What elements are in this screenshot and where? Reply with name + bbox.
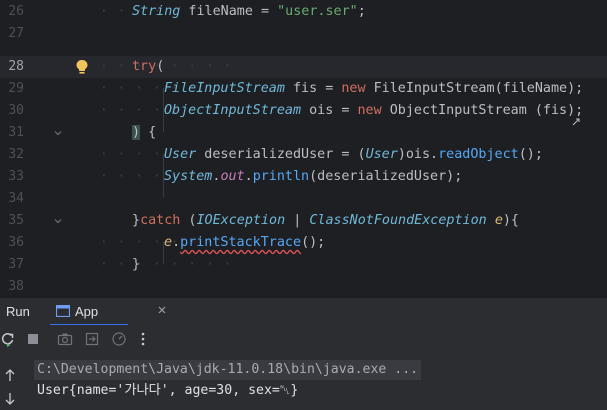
cursor-mark-icon	[572, 118, 580, 126]
code-text: String fileName = "user.ser";	[132, 4, 366, 19]
code-line: 38	[0, 276, 607, 297]
code-text: e.printStackTrace();	[164, 235, 326, 250]
run-toolwindow-header: Run App	[0, 297, 607, 326]
tab-label: App	[75, 304, 99, 319]
line-number: 34	[8, 191, 24, 206]
code-text: ObjectInputStream ois = new ObjectInputS…	[164, 103, 584, 118]
code-line: 37 · · · · · · · · }	[0, 254, 607, 276]
arrow-down-icon[interactable]	[4, 392, 16, 406]
run-toolbar	[0, 325, 607, 353]
code-text: System.out.println(deserializedUser);	[164, 169, 463, 184]
line-number: 30	[8, 103, 24, 118]
line-number: 32	[8, 147, 24, 162]
line-number: 26	[8, 4, 24, 19]
line-number: 27	[8, 26, 24, 41]
whitespace-marker: · · · · · · · ·	[100, 257, 233, 272]
code-text: }	[132, 257, 141, 272]
code-text: try(	[132, 59, 165, 74]
code-text: ) {	[132, 125, 157, 140]
console-output[interactable]: C:\Development\Java\jdk-11.0.18\bin\java…	[0, 353, 607, 410]
line-number: 38	[8, 279, 24, 294]
code-line: 29 · · · · · · · · FileInputStream fis =…	[0, 78, 607, 100]
console-command-line: C:\Development\Java\jdk-11.0.18\bin\java…	[34, 360, 421, 380]
gauge-icon[interactable]	[111, 331, 127, 347]
code-text: FileInputStream fis = new FileInputStrea…	[164, 81, 584, 96]
code-line: 32 · · · · · · · · User deserializedUser…	[0, 144, 607, 166]
console-side-toolbar	[0, 353, 22, 410]
line-number: 35	[8, 213, 24, 228]
code-line-current: 28 · · · · · · · · try(	[0, 56, 607, 78]
exit-icon[interactable]	[84, 331, 100, 347]
close-icon[interactable]	[156, 304, 168, 316]
line-number: 33	[8, 169, 24, 184]
code-line: 31 ) {	[0, 122, 607, 144]
code-line: 30 · · · · · · · · ObjectInputStream ois…	[0, 100, 607, 122]
line-number: 36	[8, 235, 24, 250]
code-line: 35 }catch (IOException | ClassNotFoundEx…	[0, 210, 607, 232]
stop-icon[interactable]	[25, 331, 41, 347]
code-line: 33 · · · · · · · · System.out.println(de…	[0, 166, 607, 188]
code-line: 26 · · · · · · · · String fileName = "us…	[0, 1, 607, 23]
more-vertical-icon[interactable]	[135, 331, 151, 347]
line-number: 29	[8, 81, 24, 96]
lightbulb-icon[interactable]	[75, 59, 89, 75]
code-editor[interactable]: 26 · · · · · · · · String fileName = "us…	[0, 0, 607, 297]
line-number: 28	[8, 59, 24, 74]
tab-app[interactable]: App	[50, 298, 166, 326]
line-number: 37	[8, 257, 24, 272]
code-text: User deserializedUser = (User)ois.readOb…	[164, 147, 543, 162]
console-output-line: User{name='가나다', age=30, sex=␀}	[37, 383, 299, 398]
app-window-icon	[56, 305, 70, 317]
whitespace-marker: · · · · · · · ·	[100, 59, 233, 74]
arrow-up-icon[interactable]	[4, 368, 16, 382]
code-line: 36 · · · · · · · · e.printStackTrace();	[0, 232, 607, 254]
toolwindow-title: Run	[6, 304, 30, 319]
code-text: }catch (IOException | ClassNotFoundExcep…	[132, 213, 519, 228]
console-command: C:\Development\Java\jdk-11.0.18\bin\java…	[37, 362, 419, 377]
fold-chevron-icon[interactable]	[54, 129, 62, 137]
fold-chevron-icon[interactable]	[54, 217, 62, 225]
code-line: 34	[0, 188, 607, 210]
line-number: 31	[8, 125, 24, 140]
rerun-icon[interactable]	[0, 331, 16, 347]
camera-icon[interactable]	[57, 331, 73, 347]
code-line: 27	[0, 23, 607, 45]
